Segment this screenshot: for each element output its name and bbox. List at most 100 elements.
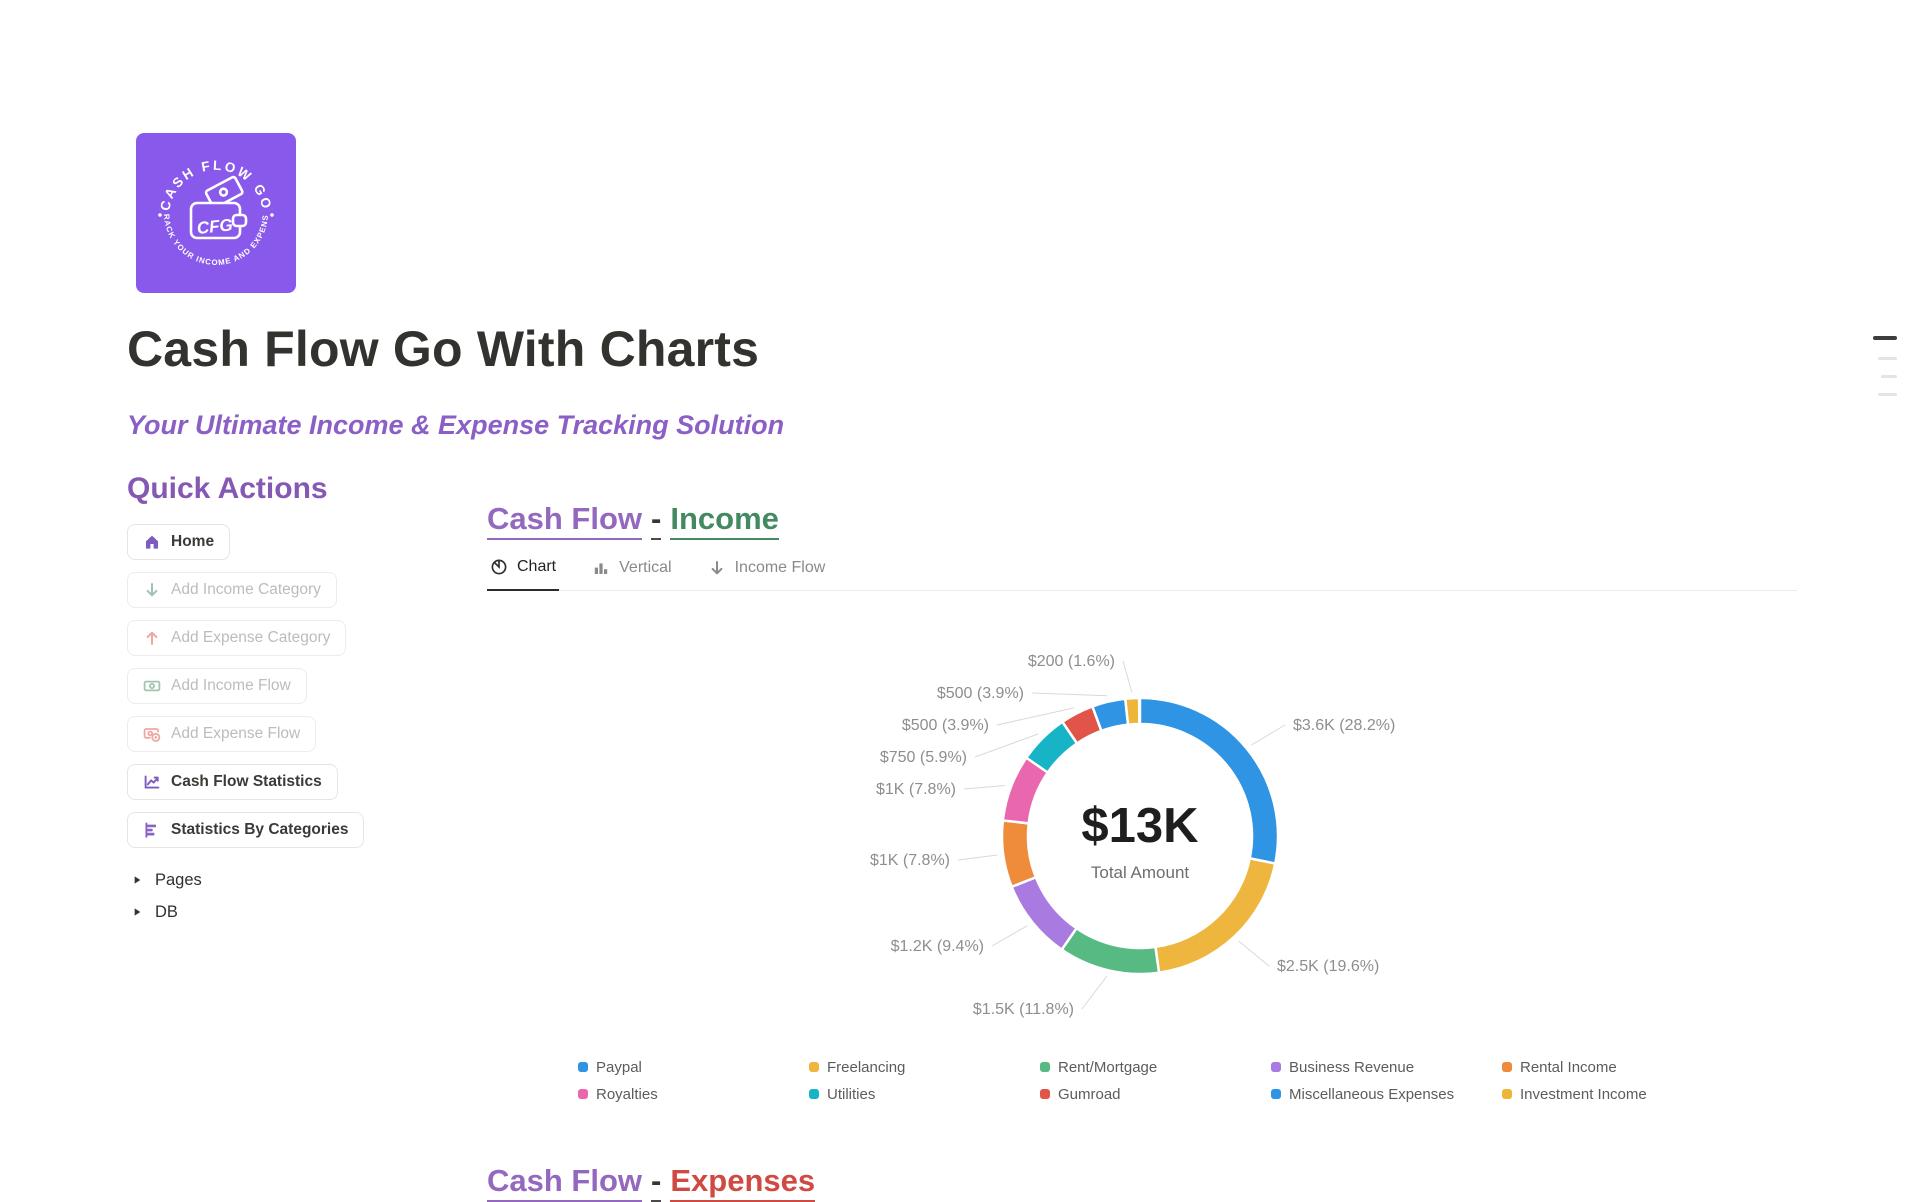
expenses-section-heading: Cash Flow-Expenses xyxy=(487,1163,815,1199)
income-section-heading: Cash Flow-Income xyxy=(487,501,779,537)
quick-action-home-button[interactable]: Home xyxy=(127,524,230,560)
quick-action-add-expense-flow-button[interactable]: Add Expense Flow xyxy=(127,716,316,752)
legend-item-freelancing[interactable]: Freelancing xyxy=(809,1056,1040,1078)
slice-label-investment-income: $200 (1.6%) xyxy=(1028,653,1115,670)
legend-color-swatch xyxy=(1271,1062,1281,1072)
slice-label-business-revenue: $1.2K (9.4%) xyxy=(891,938,984,955)
legend-label: Paypal xyxy=(596,1059,642,1076)
slice-leader-line xyxy=(1032,693,1107,696)
toc-line[interactable] xyxy=(1878,357,1897,360)
cash-flow-link[interactable]: Cash Flow xyxy=(487,501,642,540)
legend-color-swatch xyxy=(1040,1062,1050,1072)
toggle-label: Pages xyxy=(155,871,202,890)
slice-label-rental-income: $1K (7.8%) xyxy=(870,852,950,869)
quick-action-statistics-by-categories-button[interactable]: Statistics By Categories xyxy=(127,812,364,848)
sidebar-toggle-pages[interactable]: Pages xyxy=(127,864,467,896)
toc-indicator[interactable] xyxy=(1871,336,1897,396)
slice-label-gumroad: $500 (3.9%) xyxy=(902,717,989,734)
triangle-right-icon[interactable] xyxy=(131,906,143,918)
legend-color-swatch xyxy=(809,1062,819,1072)
heading-separator: - xyxy=(651,501,661,540)
triangle-right-icon[interactable] xyxy=(131,874,143,886)
slice-label-freelancing: $2.5K (19.6%) xyxy=(1277,958,1379,975)
donut-slice-business-revenue[interactable] xyxy=(1012,877,1077,949)
income-view-tabs: Chart Vertical Income Flow xyxy=(487,552,1797,591)
legend-item-rent-mortgage[interactable]: Rent/Mortgage xyxy=(1040,1056,1271,1078)
legend-color-swatch xyxy=(578,1062,588,1072)
quick-action-label: Cash Flow Statistics xyxy=(171,773,322,791)
slice-label-rent-mortgage: $1.5K (11.8%) xyxy=(973,1001,1074,1018)
legend-color-swatch xyxy=(1040,1089,1050,1099)
legend-label: Freelancing xyxy=(827,1059,905,1076)
banknote-icon xyxy=(143,677,161,695)
slice-leader-line xyxy=(1123,661,1132,692)
donut-slice-rental-income[interactable] xyxy=(1002,820,1036,886)
donut-center-total: $13K xyxy=(1081,799,1198,853)
quick-actions-list: Home Add Income Category Add Expense Categ… xyxy=(127,524,467,848)
quick-action-add-income-category-button[interactable]: Add Income Category xyxy=(127,572,337,608)
quick-action-label: Add Expense Category xyxy=(171,629,330,647)
legend-item-miscellaneous-expenses[interactable]: Miscellaneous Expenses xyxy=(1271,1083,1502,1105)
legend-label: Gumroad xyxy=(1058,1086,1121,1103)
income-donut-chart: $13K Total Amount $3.6K (28.2%) $2.5K (19.6… xyxy=(487,600,1797,1070)
donut-slice-rent-mortgage[interactable] xyxy=(1062,928,1159,974)
slice-leader-line xyxy=(1239,941,1269,966)
tab-chart[interactable]: Chart xyxy=(487,552,559,591)
quick-action-label: Add Income Flow xyxy=(171,677,291,695)
slice-leader-line xyxy=(1082,976,1107,1009)
legend-item-rental-income[interactable]: Rental Income xyxy=(1502,1056,1733,1078)
slice-label-paypal: $3.6K (28.2%) xyxy=(1293,717,1395,734)
legend-item-investment-income[interactable]: Investment Income xyxy=(1502,1083,1733,1105)
sidebar-toggle-db[interactable]: DB xyxy=(127,896,467,928)
quick-action-add-income-flow-button[interactable]: Add Income Flow xyxy=(127,668,307,704)
chart-legend: Paypal Freelancing Rent/Mortgage Business R… xyxy=(578,1056,1733,1105)
toc-line[interactable] xyxy=(1881,375,1897,378)
legend-label: Utilities xyxy=(827,1086,875,1103)
logo-monogram: CFG xyxy=(196,215,234,238)
quick-actions-section: Quick Actions Home Add Income Category Add… xyxy=(127,472,467,928)
bar-chart-horizontal-icon xyxy=(143,821,161,839)
legend-color-swatch xyxy=(1502,1089,1512,1099)
legend-label: Business Revenue xyxy=(1289,1059,1414,1076)
toc-line-active[interactable] xyxy=(1873,336,1897,340)
line-chart-icon xyxy=(143,773,161,791)
donut-center-sublabel: Total Amount xyxy=(1091,863,1190,882)
page-logo[interactable]: CASH FLOW GO TRACK YOUR INCOME AND EXPEN… xyxy=(136,133,296,293)
arrow-up-icon xyxy=(143,629,161,647)
legend-item-utilities[interactable]: Utilities xyxy=(809,1083,1040,1105)
legend-item-royalties[interactable]: Royalties xyxy=(578,1083,809,1105)
arrow-down-icon xyxy=(708,559,726,577)
heading-separator: - xyxy=(651,1163,661,1202)
legend-color-swatch xyxy=(1502,1062,1512,1072)
legend-color-swatch xyxy=(578,1089,588,1099)
toc-line[interactable] xyxy=(1878,393,1897,396)
banknote-sync-icon xyxy=(143,725,161,743)
legend-label: Royalties xyxy=(596,1086,658,1103)
income-link[interactable]: Income xyxy=(670,501,779,540)
legend-label: Miscellaneous Expenses xyxy=(1289,1086,1454,1103)
tab-vertical[interactable]: Vertical xyxy=(589,552,674,591)
home-icon xyxy=(143,533,161,551)
legend-item-gumroad[interactable]: Gumroad xyxy=(1040,1083,1271,1105)
pie-chart-icon xyxy=(490,558,508,576)
legend-label: Rent/Mortgage xyxy=(1058,1059,1157,1076)
legend-label: Rental Income xyxy=(1520,1059,1617,1076)
quick-action-label: Add Income Category xyxy=(171,581,321,599)
page-toggle-list: Pages DB xyxy=(127,864,467,928)
expenses-link[interactable]: Expenses xyxy=(670,1163,815,1202)
tab-label: Vertical xyxy=(619,559,671,577)
quick-actions-heading: Quick Actions xyxy=(127,472,467,506)
legend-item-paypal[interactable]: Paypal xyxy=(578,1056,809,1078)
legend-item-business-revenue[interactable]: Business Revenue xyxy=(1271,1056,1502,1078)
quick-action-cash-flow-statistics-button[interactable]: Cash Flow Statistics xyxy=(127,764,338,800)
legend-color-swatch xyxy=(809,1089,819,1099)
tab-income-flow[interactable]: Income Flow xyxy=(705,552,829,591)
cash-flow-link[interactable]: Cash Flow xyxy=(487,1163,642,1202)
donut-slice-investment-income[interactable] xyxy=(1125,698,1139,725)
legend-color-swatch xyxy=(1271,1089,1281,1099)
quick-action-add-expense-category-button[interactable]: Add Expense Category xyxy=(127,620,346,656)
page-subtitle: Your Ultimate Income & Expense Tracking … xyxy=(127,410,784,441)
slice-leader-line xyxy=(964,786,1005,789)
legend-label: Investment Income xyxy=(1520,1086,1647,1103)
tab-label: Income Flow xyxy=(735,559,826,577)
